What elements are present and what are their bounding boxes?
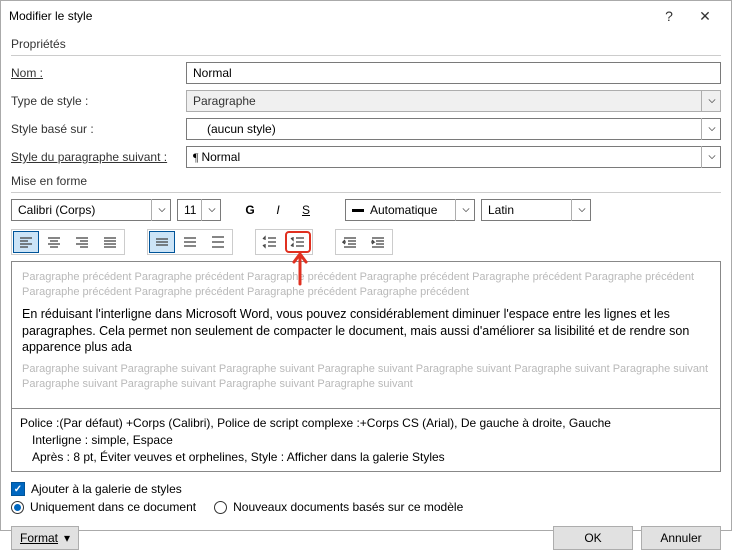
italic-button[interactable]: I	[267, 199, 289, 221]
cancel-button[interactable]: Annuler	[641, 526, 721, 550]
style-description: Police :(Par défaut) +Corps (Calibri), P…	[11, 409, 721, 472]
following-select[interactable]: ¶ Normal	[186, 146, 721, 168]
new-docs-radio[interactable]	[214, 501, 227, 514]
properties-heading: Propriétés	[11, 37, 721, 51]
only-this-doc-label: Uniquement dans ce document	[30, 500, 196, 514]
chevron-down-icon[interactable]	[151, 199, 171, 221]
preview-prev-text: Paragraphe précédent Paragraphe précéden…	[22, 270, 710, 300]
add-to-gallery-label: Ajouter à la galerie de styles	[31, 482, 182, 496]
chevron-down-icon[interactable]	[201, 199, 221, 221]
format-menu-button[interactable]: Format▾	[11, 526, 79, 550]
chevron-down-icon[interactable]	[701, 146, 721, 168]
font-family-select[interactable]: Calibri (Corps)	[11, 199, 171, 221]
formatting-heading: Mise en forme	[11, 174, 721, 188]
bold-button[interactable]: G	[239, 199, 261, 221]
line-spacing-2-button[interactable]	[205, 231, 231, 253]
align-justify-button[interactable]	[97, 231, 123, 253]
style-name-input[interactable]	[186, 62, 721, 84]
divider	[11, 55, 721, 56]
increase-para-spacing-button[interactable]	[257, 231, 283, 253]
decrease-indent-button[interactable]	[337, 231, 363, 253]
add-to-gallery-checkbox[interactable]: ✓	[11, 482, 25, 496]
based-on-label: Style basé sur :	[11, 122, 186, 136]
dialog-title: Modifier le style	[9, 9, 651, 23]
preview-next-text: Paragraphe suivant Paragraphe suivant Pa…	[22, 362, 710, 392]
chevron-down-icon[interactable]	[571, 199, 591, 221]
decrease-para-spacing-button[interactable]	[285, 231, 311, 253]
based-on-select[interactable]: (aucun style)	[186, 118, 721, 140]
chevron-down-icon[interactable]	[701, 118, 721, 140]
type-label: Type de style :	[11, 94, 186, 108]
line-spacing-1-5-button[interactable]	[177, 231, 203, 253]
following-label: Style du paragraphe suivant :	[11, 150, 186, 164]
new-docs-label: Nouveaux documents basés sur ce modèle	[233, 500, 463, 514]
underline-button[interactable]: S	[295, 199, 317, 221]
help-button[interactable]: ?	[651, 4, 687, 28]
increase-indent-button[interactable]	[365, 231, 391, 253]
divider	[11, 192, 721, 193]
only-this-doc-radio[interactable]	[11, 501, 24, 514]
align-center-button[interactable]	[41, 231, 67, 253]
name-label: Nom :	[11, 66, 186, 80]
style-type-select[interactable]: Paragraphe	[186, 90, 721, 112]
align-right-button[interactable]	[69, 231, 95, 253]
chevron-down-icon: ▾	[64, 531, 70, 545]
preview-pane: Paragraphe précédent Paragraphe précéden…	[11, 261, 721, 409]
close-button[interactable]: ✕	[687, 4, 723, 28]
align-left-button[interactable]	[13, 231, 39, 253]
preview-body-text: En réduisant l'interligne dans Microsoft…	[22, 306, 710, 357]
paragraph-toolbar	[11, 229, 721, 255]
line-spacing-1-button[interactable]	[149, 231, 175, 253]
chevron-down-icon[interactable]	[701, 90, 721, 112]
title-bar: Modifier le style ? ✕	[1, 1, 731, 31]
font-toolbar: Calibri (Corps) 11 G I S Automatique Lat…	[11, 199, 721, 221]
chevron-down-icon[interactable]	[455, 199, 475, 221]
ok-button[interactable]: OK	[553, 526, 633, 550]
